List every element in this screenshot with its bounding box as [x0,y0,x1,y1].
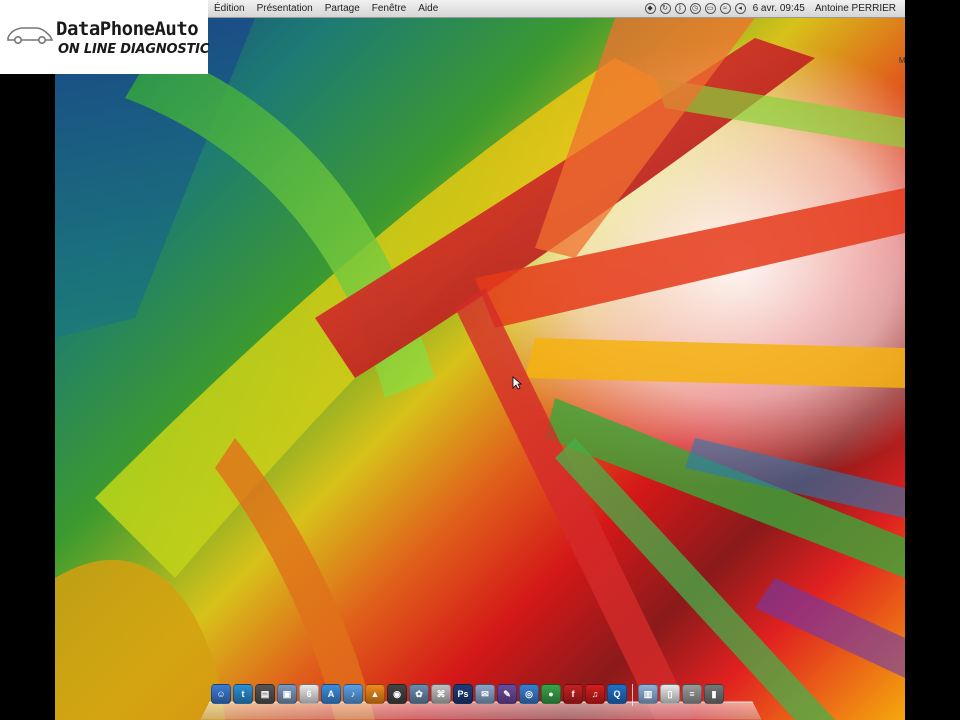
chrome-icon[interactable]: ● [541,684,561,704]
trash-icon[interactable]: ▮ [704,684,724,704]
itunes-icon[interactable]: ♪ [343,684,363,704]
menu-clock[interactable]: 6 avr. 09:45 [750,3,808,14]
quicktime-icon[interactable]: Q [607,684,627,704]
wallpaper-streaks [55,18,905,720]
dropbox-icon[interactable]: ◆ [644,3,656,14]
macintosh-hd[interactable]: Macintosh HD [893,38,905,65]
menu-aide[interactable]: Aide [412,0,444,18]
applications-folder-icon[interactable]: ▥ [638,684,658,704]
bluetooth-icon[interactable]: ᛒ [674,3,686,14]
wifi-icon[interactable]: ≈ [719,3,731,14]
twitter-icon[interactable]: t [233,684,253,704]
hd-label: Macintosh HD [898,56,905,65]
vlc-icon[interactable]: ▲ [365,684,385,704]
logo-tagline: ON LINE DIAGNOSTIC [58,42,210,57]
desktop-wallpaper[interactable]: Macintosh HD [55,18,905,720]
dock-icons: ☺ t ▤ ▣ 6 A ♪ ▲ ◉ ✿ ⌘ Ps ✉ ✎ ◎ ● f ♫ Q ▥ ▯ ≡ ▮ [211,684,724,706]
finder-icon[interactable]: ☺ [211,684,231,704]
calendar-icon[interactable]: 6 [299,684,319,704]
mail-icon[interactable]: ✉ [475,684,495,704]
flash-icon[interactable]: f [563,684,583,704]
lastfm-icon[interactable]: ♫ [585,684,605,704]
downloads-stack-icon[interactable]: ≡ [682,684,702,704]
menu-edition[interactable]: Édition [208,0,251,18]
screen: Macintosh HD Édition Présentation Partag… [0,0,960,720]
printer-icon[interactable]: ▤ [255,684,275,704]
battery-icon[interactable]: ▭ [704,3,716,14]
app-store-icon[interactable]: A [321,684,341,704]
logo-brand: DataPhoneAuto [56,18,199,40]
menu-partage[interactable]: Partage [319,0,366,18]
safari-icon[interactable]: ◎ [519,684,539,704]
documents-folder-icon[interactable]: ▯ [660,684,680,704]
menu-fenetre[interactable]: Fenêtre [366,0,412,18]
watermark-logo: DataPhoneAuto ON LINE DIAGNOSTIC [0,0,210,74]
preview-icon[interactable]: ▣ [277,684,297,704]
mouse-pointer-icon [512,376,522,390]
volume-icon[interactable]: ◂ [734,3,746,14]
photo-booth-icon[interactable]: ◉ [387,684,407,704]
sync-icon[interactable]: ↻ [659,3,671,14]
status-area: ◆ ↻ ᛒ ◷ ▭ ≈ ◂ 6 avr. 09:45 Antoine PERRI… [644,3,905,14]
dock: ☺ t ▤ ▣ 6 A ♪ ▲ ◉ ✿ ⌘ Ps ✉ ✎ ◎ ● f ♫ Q ▥ ▯ ≡ ▮ [200,680,762,720]
iphoto-icon[interactable]: ✿ [409,684,429,704]
menu-bar: Édition Présentation Partage Fenêtre Aid… [208,0,905,18]
time-machine-icon[interactable]: ◷ [689,3,701,14]
user-menu[interactable]: Antoine PERRIER [812,3,899,14]
pencil-icon[interactable]: ✎ [497,684,517,704]
network-icon[interactable]: ⌘ [431,684,451,704]
photoshop-icon[interactable]: Ps [453,684,473,704]
menu-presentation[interactable]: Présentation [251,0,319,18]
car-icon [7,27,54,44]
dock-separator [632,684,633,706]
